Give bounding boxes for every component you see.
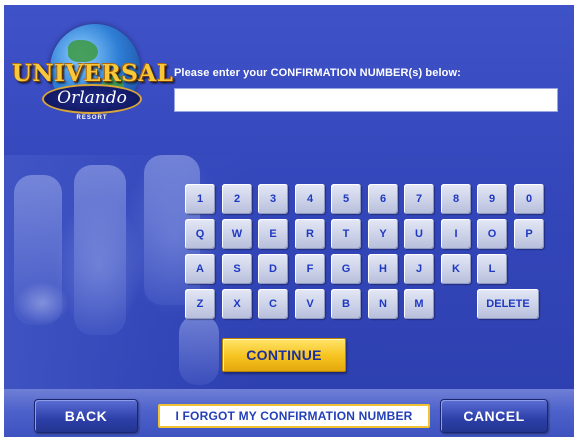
- key-b[interactable]: B: [331, 289, 361, 319]
- universal-orlando-logo: UNIVERSAL Orlando RESORT: [12, 20, 174, 130]
- key-e[interactable]: E: [258, 219, 288, 249]
- key-1[interactable]: 1: [185, 184, 215, 214]
- key-9[interactable]: 9: [477, 184, 507, 214]
- key-g[interactable]: G: [331, 254, 361, 284]
- forgot-confirmation-button[interactable]: I FORGOT MY CONFIRMATION NUMBER: [158, 404, 430, 428]
- key-o[interactable]: O: [477, 219, 507, 249]
- continue-button[interactable]: CONTINUE: [222, 338, 346, 372]
- key-u[interactable]: U: [404, 219, 434, 249]
- key-x[interactable]: X: [222, 289, 252, 319]
- kiosk-screen: UNIVERSAL Orlando RESORT Please enter yo…: [4, 5, 574, 437]
- cancel-button[interactable]: CANCEL: [440, 399, 548, 433]
- back-button[interactable]: BACK: [34, 399, 138, 433]
- confirmation-number-input[interactable]: [174, 88, 558, 112]
- key-5[interactable]: 5: [331, 184, 361, 214]
- key-m[interactable]: M: [404, 289, 434, 319]
- key-i[interactable]: I: [441, 219, 471, 249]
- key-l[interactable]: L: [477, 254, 507, 284]
- riders-photo: [4, 155, 254, 390]
- key-j[interactable]: J: [404, 254, 434, 284]
- key-t[interactable]: T: [331, 219, 361, 249]
- confirmation-prompt: Please enter your CONFIRMATION NUMBER(s)…: [174, 67, 461, 79]
- key-d[interactable]: D: [258, 254, 288, 284]
- key-y[interactable]: Y: [368, 219, 398, 249]
- delete-key[interactable]: DELETE: [477, 289, 539, 319]
- key-a[interactable]: A: [185, 254, 215, 284]
- key-v[interactable]: V: [295, 289, 325, 319]
- key-p[interactable]: P: [514, 219, 544, 249]
- key-z[interactable]: Z: [185, 289, 215, 319]
- bottom-nav-bar: BACK I FORGOT MY CONFIRMATION NUMBER CAN…: [4, 389, 574, 437]
- key-0[interactable]: 0: [514, 184, 544, 214]
- key-8[interactable]: 8: [441, 184, 471, 214]
- key-k[interactable]: K: [441, 254, 471, 284]
- key-6[interactable]: 6: [368, 184, 398, 214]
- key-n[interactable]: N: [368, 289, 398, 319]
- key-c[interactable]: C: [258, 289, 288, 319]
- key-7[interactable]: 7: [404, 184, 434, 214]
- key-3[interactable]: 3: [258, 184, 288, 214]
- key-f[interactable]: F: [295, 254, 325, 284]
- key-w[interactable]: W: [222, 219, 252, 249]
- key-q[interactable]: Q: [185, 219, 215, 249]
- key-2[interactable]: 2: [222, 184, 252, 214]
- key-4[interactable]: 4: [295, 184, 325, 214]
- key-h[interactable]: H: [368, 254, 398, 284]
- logo-wordmark: UNIVERSAL: [12, 60, 174, 87]
- logo-resort-text: RESORT: [76, 115, 108, 121]
- key-r[interactable]: R: [295, 219, 325, 249]
- key-s[interactable]: S: [222, 254, 252, 284]
- logo-orlando-script: Orlando: [42, 84, 142, 114]
